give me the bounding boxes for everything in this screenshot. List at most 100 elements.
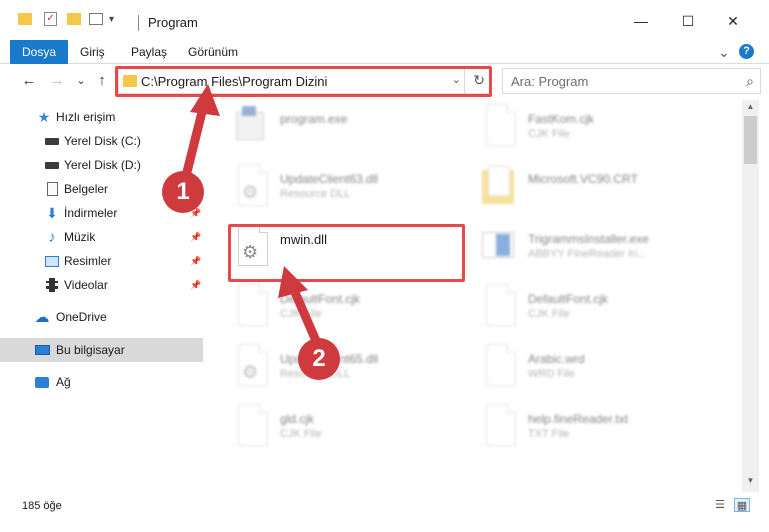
document-icon	[480, 104, 516, 148]
document-icon	[232, 284, 268, 328]
sidebar-item-videos[interactable]: Videolar 📌	[0, 273, 203, 297]
sidebar-item-label: Ağ	[56, 375, 71, 389]
new-folder-icon[interactable]	[67, 13, 81, 25]
file-item[interactable]: ⚙ UpdateClient65.dll Resource DLL	[232, 344, 472, 400]
file-name: UpdateClient63.dll	[280, 172, 379, 186]
dll-icon: ⚙	[232, 164, 268, 208]
step-badge-2: 2	[298, 338, 340, 380]
document-icon	[480, 344, 516, 388]
recent-locations-button[interactable]: ⌄	[70, 70, 92, 92]
file-list: program.exe FastKom.cjk CJK File ⚙ Updat…	[208, 100, 742, 492]
customize-dropdown-icon[interactable]: ▾	[109, 14, 114, 25]
file-type: WRD File	[528, 368, 576, 380]
sidebar-item-label: Belgeler	[64, 182, 109, 196]
tab-file[interactable]: Dosya	[10, 40, 69, 64]
back-button[interactable]: ←	[18, 70, 40, 92]
file-item[interactable]: FastKom.cjk CJK File	[480, 104, 720, 160]
close-button[interactable]: ✕	[722, 10, 744, 32]
document-icon	[232, 404, 268, 448]
minimize-button[interactable]: —	[630, 10, 652, 32]
sidebar-item-onedrive[interactable]: ☁ OneDrive	[0, 305, 203, 329]
navigation-pane: ★ Hızlı erişim Yerel Disk (C:) Yerel Dis…	[0, 100, 206, 492]
network-icon	[34, 375, 50, 389]
drive-icon	[44, 158, 60, 172]
large-icons-view-icon[interactable]: ▦	[734, 498, 750, 512]
scroll-thumb[interactable]	[744, 116, 757, 164]
status-bar: 185 öğe ☰ ▦	[0, 492, 769, 532]
pin-icon[interactable]: 📌	[190, 232, 201, 243]
tab-view[interactable]: Görünüm	[188, 40, 238, 64]
computer-icon	[34, 343, 50, 357]
drive-icon	[44, 134, 60, 148]
scroll-up-icon[interactable]: ▲	[742, 102, 759, 111]
search-icon[interactable]: ⌕	[746, 73, 754, 90]
document-icon	[480, 284, 516, 328]
sidebar-item-quick-access[interactable]: ★ Hızlı erişim	[0, 105, 203, 129]
file-item[interactable]: Arabic.wrd WRD File	[480, 344, 720, 400]
dll-icon: ⚙	[232, 344, 268, 388]
details-view-icon[interactable]: ☰	[712, 498, 728, 512]
exe-icon	[232, 104, 266, 148]
sidebar-item-label: Videolar	[64, 278, 108, 292]
sidebar-item-label: Müzik	[64, 230, 96, 244]
pictures-icon	[44, 254, 60, 268]
title-separator	[138, 15, 139, 31]
scroll-down-icon[interactable]: ▼	[742, 476, 759, 485]
documents-icon	[44, 182, 60, 196]
installer-icon	[480, 224, 514, 268]
file-item[interactable]: program.exe	[232, 104, 472, 160]
sidebar-item-label: Hızlı erişim	[56, 110, 116, 124]
view-icon[interactable]	[89, 13, 103, 25]
tab-home[interactable]: Giriş	[80, 40, 105, 64]
sidebar-item-label: Bu bilgisayar	[56, 343, 125, 357]
step-badge-1: 1	[162, 171, 204, 213]
up-button[interactable]: ↑	[91, 70, 113, 92]
sidebar-item-local-disk-c[interactable]: Yerel Disk (C:)	[0, 129, 203, 153]
forward-button[interactable]: →	[46, 70, 68, 92]
vertical-scrollbar[interactable]: ▲ ▼	[742, 100, 759, 492]
file-name: FastKom.cjk	[528, 112, 595, 126]
sidebar-item-label: İndirmeler	[64, 206, 118, 220]
videos-icon	[44, 278, 60, 292]
sidebar-item-this-pc[interactable]: Bu bilgisayar	[0, 338, 203, 362]
maximize-button[interactable]: ☐	[677, 10, 699, 32]
sidebar-item-pictures[interactable]: Resimler 📌	[0, 249, 203, 273]
cloud-icon: ☁	[34, 309, 50, 326]
window-title: Program	[148, 15, 198, 30]
file-name: gld.cjk	[280, 412, 315, 426]
title-bar: ✓ ▾ Program — ☐ ✕	[0, 0, 769, 40]
file-name: DefaultFont.cjk	[528, 292, 609, 306]
sidebar-item-label: OneDrive	[56, 310, 107, 324]
pin-icon[interactable]: 📌	[190, 280, 201, 291]
file-type: CJK File	[280, 308, 322, 320]
ribbon-tabs: Dosya Giriş Paylaş Görünüm ⌄ ?	[0, 40, 769, 64]
file-item[interactable]: TrigrammsInstaller.exe ABBYY FineReader …	[480, 224, 720, 280]
file-highlight-box	[228, 224, 465, 282]
sidebar-item-label: Yerel Disk (C:)	[64, 134, 141, 148]
star-icon: ★	[37, 108, 51, 125]
file-item[interactable]: gld.cjk CJK File	[232, 404, 472, 460]
address-highlight-box	[115, 66, 492, 97]
tab-share[interactable]: Paylaş	[131, 40, 167, 64]
file-type: CJK File	[280, 428, 322, 440]
sidebar-item-label: Resimler	[64, 254, 112, 268]
folder-icon[interactable]	[18, 13, 32, 25]
navigation-bar: ← → ⌄ ↑ C:\Program Files\Program Dizini …	[0, 64, 769, 98]
download-icon: ⬇	[46, 204, 58, 221]
file-item[interactable]: Microsoft.VC90.CRT	[480, 164, 720, 220]
ribbon-expand-icon[interactable]: ⌄	[718, 40, 730, 64]
file-type: TXT File	[528, 428, 570, 440]
file-type: CJK File	[528, 128, 570, 140]
search-input[interactable]: Ara: Program ⌕	[502, 68, 761, 94]
properties-icon[interactable]: ✓	[44, 12, 57, 26]
sidebar-item-network[interactable]: Ağ	[0, 370, 203, 394]
pin-icon[interactable]: 📌	[190, 256, 201, 267]
file-item[interactable]: help.fineReader.txt TXT File	[480, 404, 720, 460]
file-item[interactable]: ⚙ UpdateClient63.dll Resource DLL	[232, 164, 472, 220]
file-type: ABBYY FineReader In...	[528, 248, 647, 260]
sidebar-item-music[interactable]: ♪ Müzik 📌	[0, 225, 203, 249]
file-item[interactable]: DefaultFont.cjk CJK File	[480, 284, 720, 340]
help-icon[interactable]: ?	[739, 44, 754, 59]
file-item[interactable]: DefaultFont.cjk CJK File	[232, 284, 472, 340]
search-placeholder[interactable]: Ara: Program	[511, 74, 588, 89]
